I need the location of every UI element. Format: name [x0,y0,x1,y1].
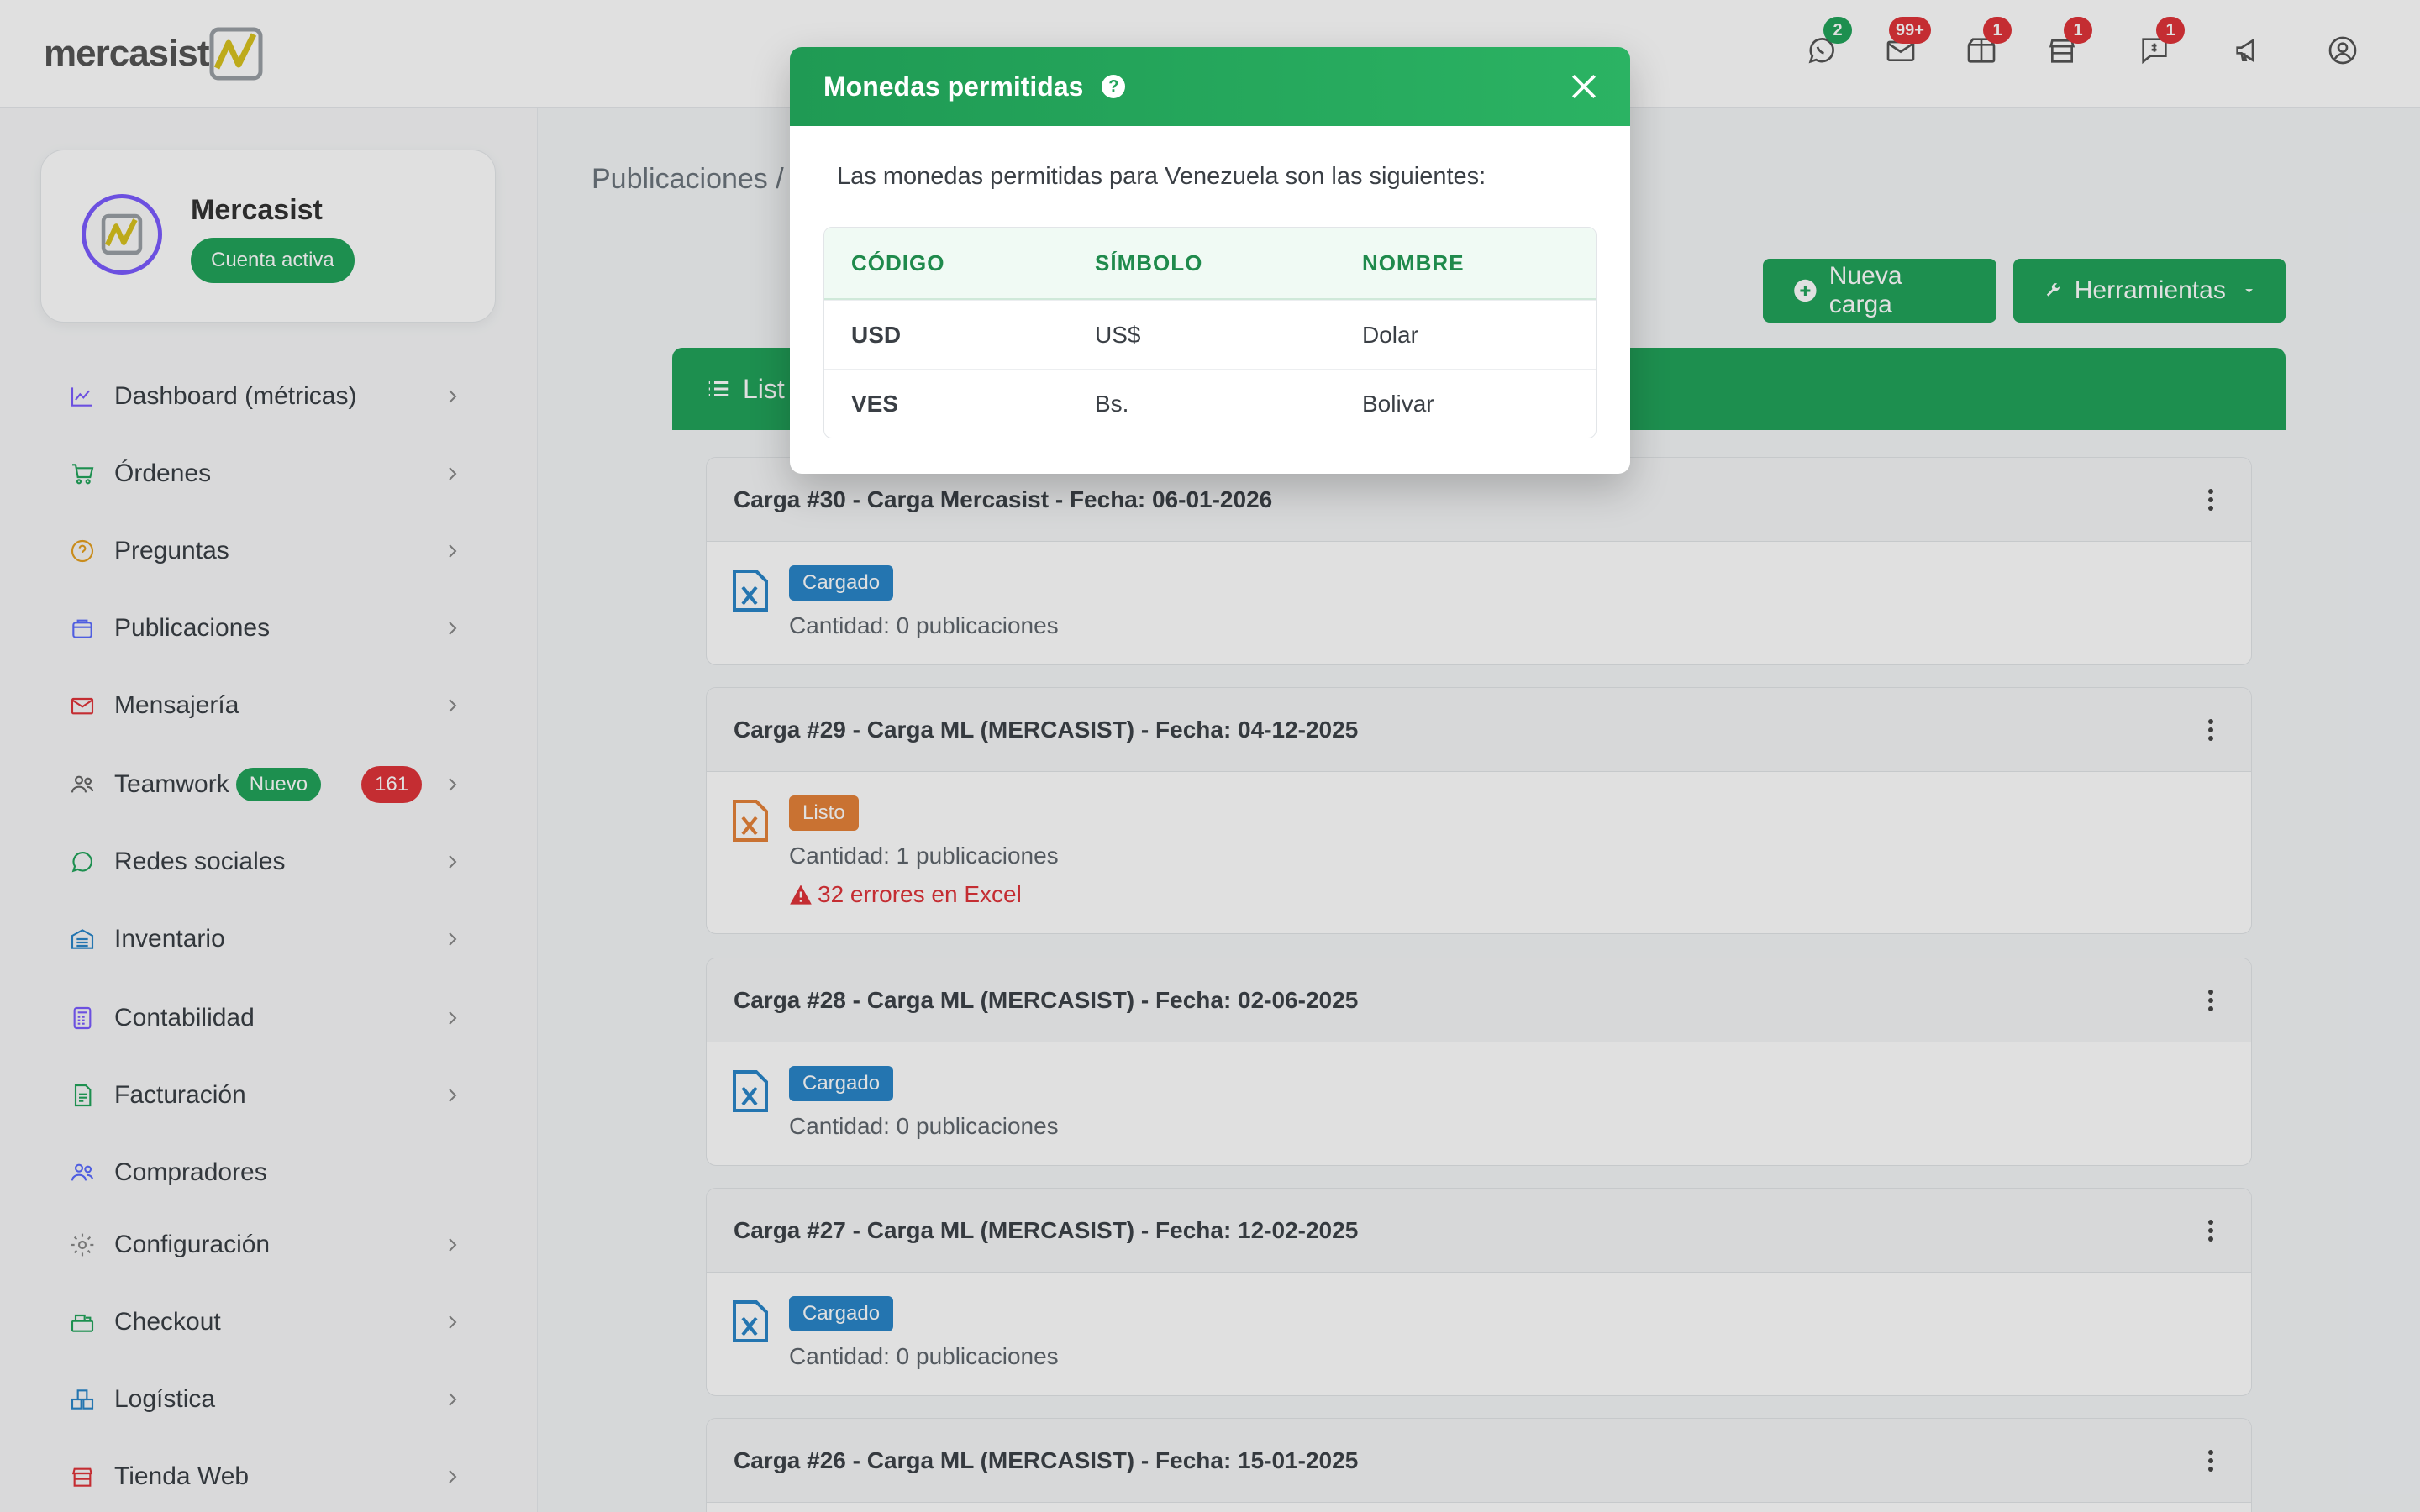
column-header-code: CÓDIGO [851,249,945,276]
help-icon[interactable]: ? [1102,75,1126,98]
currency-code: VES [851,390,899,417]
modal-header: Monedas permitidas ? [790,47,1630,126]
modal-description: Las monedas permitidas para Venezuela so… [837,163,1486,190]
currency-symbol: US$ [1095,321,1141,348]
currency-name: Bolivar [1362,390,1434,417]
currency-code: USD [851,321,902,348]
column-header-symbol: SÍMBOLO [1095,249,1203,276]
table-row: USD US$ Dolar [824,300,1596,369]
table-header-row: CÓDIGO SÍMBOLO NOMBRE [824,228,1596,300]
currencies-table: CÓDIGO SÍMBOLO NOMBRE USD US$ Dolar VES … [823,227,1597,438]
currencies-modal: Monedas permitidas ? Las monedas permiti… [790,47,1630,474]
currency-symbol: Bs. [1095,390,1129,417]
currency-name: Dolar [1362,321,1418,348]
modal-title: Monedas permitidas [823,71,1084,102]
table-row: VES Bs. Bolivar [824,369,1596,438]
column-header-name: NOMBRE [1362,249,1465,276]
close-icon[interactable] [1568,71,1600,102]
